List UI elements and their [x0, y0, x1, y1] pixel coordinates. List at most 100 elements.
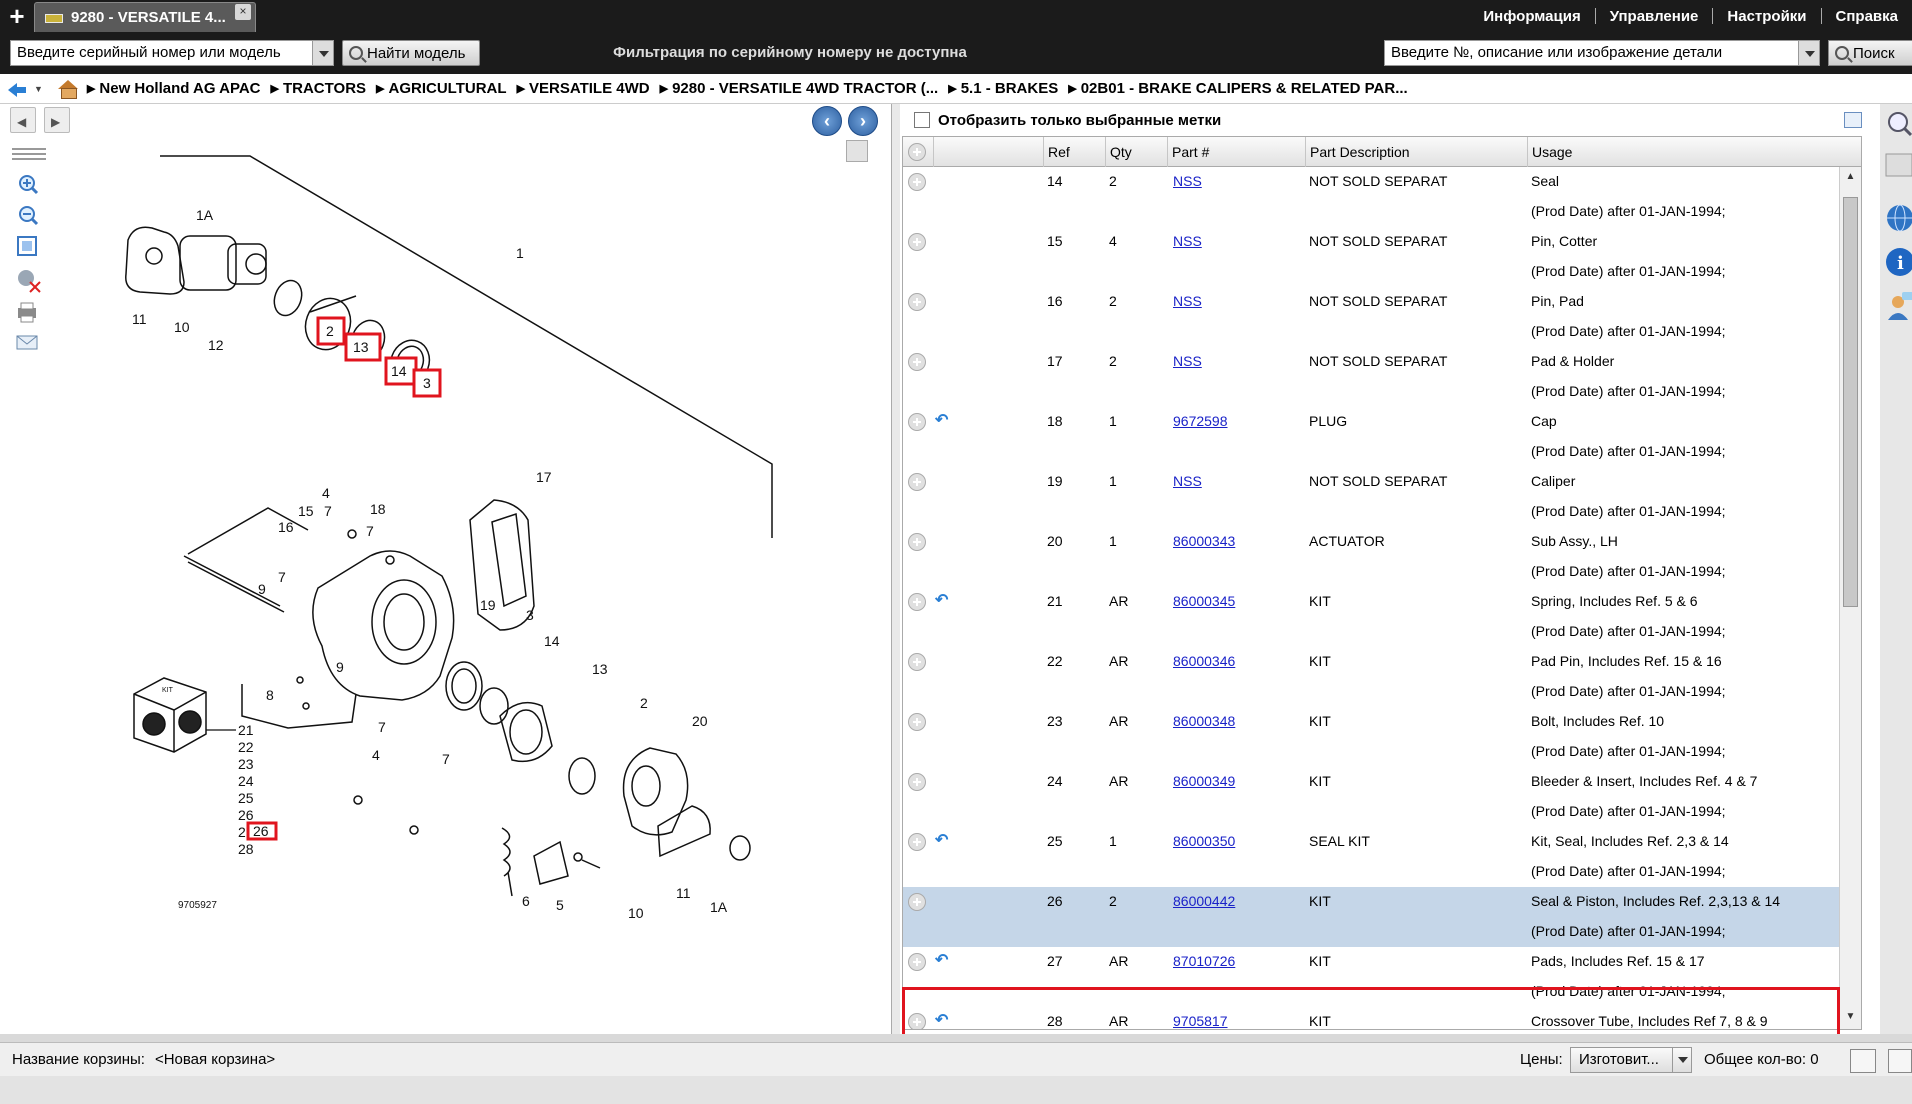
replacement-arrow-icon[interactable]: ↶	[935, 593, 953, 609]
replacement-arrow-icon[interactable]: ↶	[935, 833, 953, 849]
table-row[interactable]: 15 4 NSS NOT SOLD SEPARAT Pin, Cotter (Prod D…	[903, 227, 1839, 287]
replacement-arrow-icon[interactable]: ↶	[935, 953, 953, 969]
header-qty[interactable]: Qty	[1105, 137, 1167, 167]
table-row[interactable]: 22 AR 86000346 KIT Pad Pin, Includes Ref. 15…	[903, 647, 1839, 707]
part-number-link[interactable]: 86000350	[1173, 833, 1235, 849]
part-search-dropdown-button[interactable]	[1798, 40, 1820, 66]
column-settings-icon[interactable]	[1844, 112, 1862, 128]
add-to-basket-icon[interactable]	[908, 653, 926, 671]
add-to-basket-icon[interactable]	[908, 173, 926, 191]
menu-manage[interactable]: Управление	[1596, 8, 1713, 25]
prices-dropdown-icon[interactable]	[1672, 1047, 1692, 1073]
add-to-basket-icon[interactable]	[908, 473, 926, 491]
part-number-link[interactable]: NSS	[1173, 173, 1202, 189]
table-row[interactable]: ↶ 28 AR 9705817 KIT Crossover Tube, Includes …	[903, 1007, 1839, 1029]
breadcrumb-item-calipers[interactable]: 02B01 - BRAKE CALIPERS & RELATED PAR...	[1068, 80, 1408, 97]
add-to-basket-icon[interactable]	[908, 533, 926, 551]
breadcrumb-item-versatile[interactable]: VERSATILE 4WD	[517, 80, 650, 97]
add-to-basket-icon[interactable]	[908, 413, 926, 431]
add-to-basket-icon[interactable]	[908, 833, 926, 851]
part-number-link[interactable]: 86000345	[1173, 593, 1235, 609]
zoom-in-icon[interactable]	[19, 175, 39, 195]
chevron-down-icon[interactable]: ▼	[34, 84, 43, 94]
maximize-window-button[interactable]	[1888, 1049, 1912, 1073]
breadcrumb-item-agricultural[interactable]: AGRICULTURAL	[376, 80, 507, 97]
exploded-parts-diagram[interactable]: 1A 11 10 12 1 17 4 15 7 18 16 7 9 7 19 3…	[60, 136, 890, 1032]
show-selected-only-checkbox[interactable]	[914, 112, 930, 128]
menu-help[interactable]: Справка	[1822, 8, 1912, 25]
part-number-link[interactable]: NSS	[1173, 353, 1202, 369]
header-ref[interactable]: Ref	[1043, 137, 1105, 167]
scroll-up-icon[interactable]: ▲	[1843, 171, 1858, 185]
document-icon[interactable]	[1885, 153, 1912, 177]
next-page-button[interactable]: ▶	[44, 107, 70, 133]
part-number-link[interactable]: NSS	[1173, 233, 1202, 249]
globe-icon[interactable]	[1887, 204, 1912, 232]
tab-close-icon[interactable]: ×	[235, 4, 251, 20]
table-row[interactable]: ↶ 21 AR 86000345 KIT Spring, Includes Ref. 5 …	[903, 587, 1839, 647]
part-number-link[interactable]: NSS	[1173, 473, 1202, 489]
table-row[interactable]: 14 2 NSS NOT SOLD SEPARAT Seal (Prod Date) af…	[903, 167, 1839, 227]
add-to-basket-icon[interactable]	[908, 353, 926, 371]
add-to-basket-icon[interactable]	[908, 713, 926, 731]
info-icon[interactable]: i	[1886, 248, 1912, 276]
fit-to-screen-icon[interactable]	[17, 236, 37, 256]
restore-window-button[interactable]	[1850, 1049, 1876, 1073]
scroll-thumb[interactable]	[1843, 197, 1858, 607]
table-row[interactable]: 23 AR 86000348 KIT Bolt, Includes Ref. 10 (Pr…	[903, 707, 1839, 767]
header-description[interactable]: Part Description	[1305, 137, 1527, 167]
part-number-link[interactable]: NSS	[1173, 293, 1202, 309]
part-number-link[interactable]: 86000349	[1173, 773, 1235, 789]
header-part-number[interactable]: Part #	[1167, 137, 1305, 167]
table-row[interactable]: 19 1 NSS NOT SOLD SEPARAT Caliper (Prod Date)…	[903, 467, 1839, 527]
add-to-basket-icon[interactable]	[908, 773, 926, 791]
table-row[interactable]: 26 2 86000442 KIT Seal & Piston, Includes Re…	[903, 887, 1839, 947]
part-number-link[interactable]: 9705817	[1173, 1013, 1228, 1029]
find-model-button[interactable]: Найти модель	[342, 40, 480, 66]
previous-page-button[interactable]: ◀	[10, 107, 36, 133]
add-to-basket-icon[interactable]	[908, 893, 926, 911]
new-tab-button[interactable]: +	[4, 3, 30, 29]
previous-diagram-button[interactable]: ‹	[812, 106, 842, 136]
email-icon[interactable]	[16, 335, 38, 350]
breadcrumb-item-brand[interactable]: New Holland AG APAC	[87, 80, 260, 97]
grid-scrollbar[interactable]: ▲ ▼	[1839, 167, 1861, 1029]
back-arrow-icon[interactable]	[8, 81, 28, 97]
table-row[interactable]: 17 2 NSS NOT SOLD SEPARAT Pad & Holder (Prod …	[903, 347, 1839, 407]
part-number-link[interactable]: 86000346	[1173, 653, 1235, 669]
zoom-out-icon[interactable]	[19, 206, 39, 226]
add-to-basket-icon[interactable]	[908, 593, 926, 611]
breadcrumb-item-model[interactable]: 9280 - VERSATILE 4WD TRACTOR (...	[660, 80, 938, 97]
table-row[interactable]: 24 AR 86000349 KIT Bleeder & Insert, Include…	[903, 767, 1839, 827]
list-view-icon[interactable]	[12, 148, 46, 160]
home-icon[interactable]	[57, 79, 79, 99]
print-icon[interactable]	[18, 302, 36, 323]
add-to-basket-icon[interactable]	[908, 953, 926, 971]
search-icon[interactable]	[1888, 112, 1912, 137]
header-usage[interactable]: Usage	[1527, 137, 1839, 167]
serial-model-input[interactable]: Введите серийный номер или модель	[10, 40, 320, 66]
add-to-basket-icon[interactable]	[908, 233, 926, 251]
part-number-link[interactable]: 86000343	[1173, 533, 1235, 549]
menu-info[interactable]: Информация	[1469, 8, 1594, 25]
table-row[interactable]: 16 2 NSS NOT SOLD SEPARAT Pin, Pad (Prod Date…	[903, 287, 1839, 347]
add-to-basket-icon[interactable]	[908, 293, 926, 311]
table-row[interactable]: ↶ 27 AR 87010726 KIT Pads, Includes Ref. 15 &…	[903, 947, 1839, 1007]
part-search-input[interactable]: Введите №, описание или изображение дета…	[1384, 40, 1804, 66]
scroll-down-icon[interactable]: ▼	[1843, 1011, 1858, 1025]
breadcrumb-item-tractors[interactable]: TRACTORS	[271, 80, 366, 97]
part-number-link[interactable]: 9672598	[1173, 413, 1228, 429]
header-expand-all[interactable]	[903, 137, 933, 167]
breadcrumb-item-brakes[interactable]: 5.1 - BRAKES	[948, 80, 1059, 97]
part-number-link[interactable]: 87010726	[1173, 953, 1235, 969]
serial-dropdown-button[interactable]	[312, 40, 334, 66]
replacement-arrow-icon[interactable]: ↶	[935, 413, 953, 429]
pane-splitter[interactable]	[0, 1034, 1912, 1042]
table-row[interactable]: ↶ 25 1 86000350 SEAL KIT Kit, Seal, Includes …	[903, 827, 1839, 887]
part-number-link[interactable]: 86000348	[1173, 713, 1235, 729]
table-row[interactable]: 20 1 86000343 ACTUATOR Sub Assy., LH (Prod Da…	[903, 527, 1839, 587]
clear-highlight-icon[interactable]	[18, 270, 41, 293]
add-to-basket-icon[interactable]	[908, 1013, 926, 1029]
replacement-arrow-icon[interactable]: ↶	[935, 1013, 953, 1029]
table-row[interactable]: ↶ 18 1 9672598 PLUG Cap (Prod Date) after 01-J…	[903, 407, 1839, 467]
